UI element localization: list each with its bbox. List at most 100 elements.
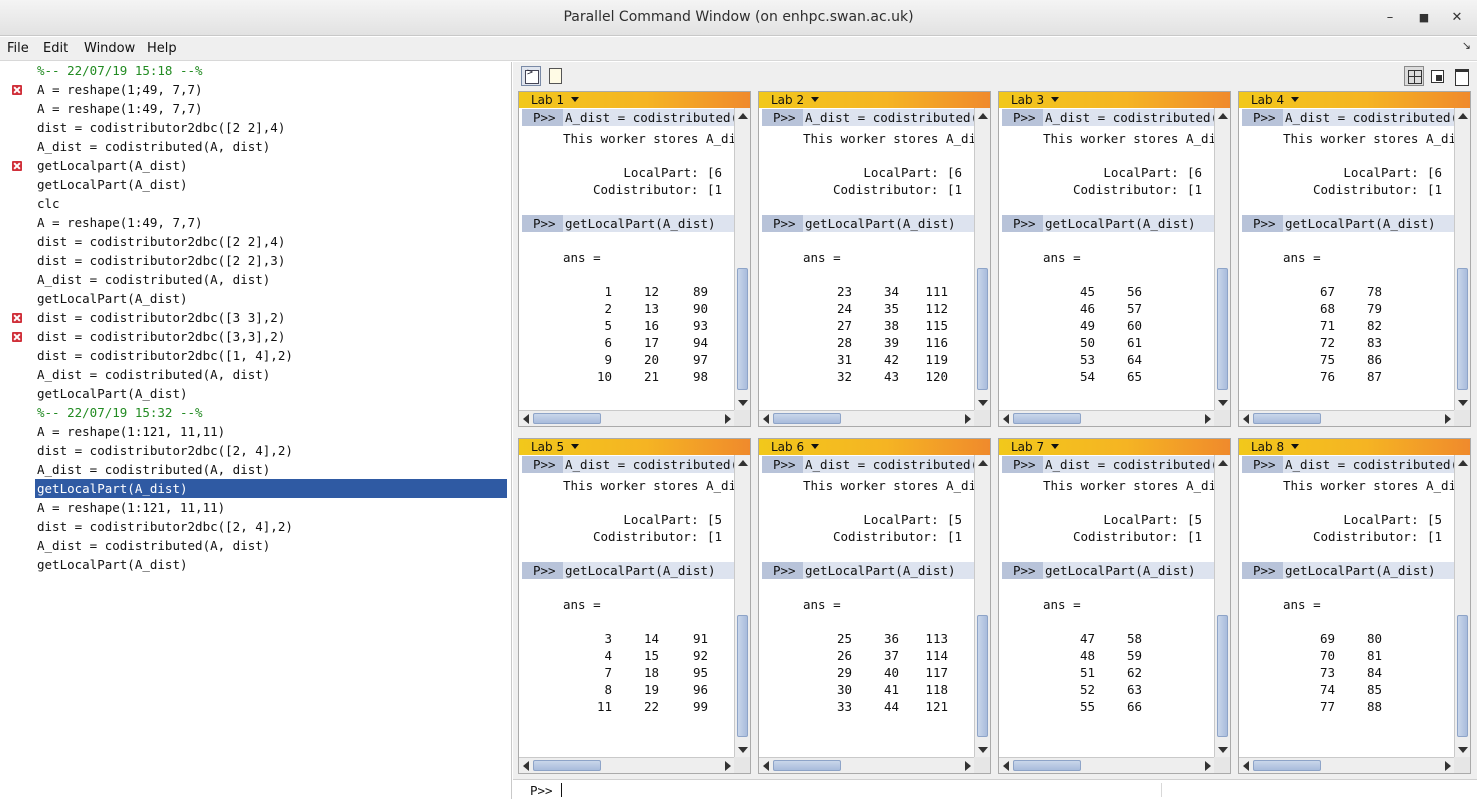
scroll-thumb[interactable] xyxy=(1457,268,1468,390)
lab-header[interactable]: Lab 7 xyxy=(999,439,1230,455)
menu-file[interactable]: File xyxy=(7,41,29,56)
lab-output[interactable]: P>> A_dist = codistributed(A, dist) This w… xyxy=(999,108,1215,411)
scroll-thumb[interactable] xyxy=(533,760,601,771)
lab-header[interactable]: Lab 5 xyxy=(519,439,750,455)
chevron-down-icon[interactable] xyxy=(1051,444,1059,449)
scroll-up-icon[interactable] xyxy=(978,460,988,466)
chevron-down-icon[interactable] xyxy=(1291,444,1299,449)
history-item[interactable]: dist = codistributor2dbc([3 3],2) xyxy=(0,308,512,327)
history-item[interactable]: dist = codistributor2dbc([2 2],4) xyxy=(0,118,512,137)
history-item[interactable]: getLocalPart(A_dist) xyxy=(0,289,512,308)
horizontal-scrollbar[interactable] xyxy=(519,410,735,426)
vertical-scrollbar[interactable] xyxy=(1454,108,1470,411)
minimize-button[interactable]: – xyxy=(1380,8,1400,28)
scroll-up-icon[interactable] xyxy=(738,460,748,466)
lab-output[interactable]: P>> A_dist = codistributed(A, dist) This w… xyxy=(759,108,975,411)
chevron-down-icon[interactable] xyxy=(571,444,579,449)
history-item[interactable]: dist = codistributor2dbc([2 2],3) xyxy=(0,251,512,270)
scroll-down-icon[interactable] xyxy=(738,400,748,406)
lab-panel-8[interactable]: Lab 8 P>> A_dist = codistributed(A, dist) T… xyxy=(1238,438,1471,774)
menu-overflow-icon[interactable]: ↘ xyxy=(1462,39,1471,52)
history-item[interactable]: getLocalpart(A_dist) xyxy=(0,156,512,175)
scroll-right-icon[interactable] xyxy=(1445,414,1451,424)
scroll-down-icon[interactable] xyxy=(738,747,748,753)
scroll-right-icon[interactable] xyxy=(1445,761,1451,771)
lab-output[interactable]: P>> A_dist = codistributed(A, dist) This w… xyxy=(1239,455,1455,758)
vertical-scrollbar[interactable] xyxy=(1454,455,1470,758)
menu-help[interactable]: Help xyxy=(147,41,177,56)
grid-layout-icon[interactable] xyxy=(1404,66,1424,86)
scroll-up-icon[interactable] xyxy=(1458,113,1468,119)
history-item[interactable]: dist = codistributor2dbc([2, 4],2) xyxy=(0,517,512,536)
scroll-right-icon[interactable] xyxy=(965,761,971,771)
notes-icon[interactable] xyxy=(545,66,565,86)
scroll-thumb[interactable] xyxy=(1217,615,1228,737)
scroll-thumb[interactable] xyxy=(977,615,988,737)
lab-header[interactable]: Lab 8 xyxy=(1239,439,1470,455)
lab-panel-4[interactable]: Lab 4 P>> A_dist = codistributed(A, dist) T… xyxy=(1238,91,1471,427)
scroll-thumb[interactable] xyxy=(773,413,841,424)
scroll-right-icon[interactable] xyxy=(725,414,731,424)
menu-window[interactable]: Window xyxy=(84,41,135,56)
history-item[interactable]: getLocalPart(A_dist) xyxy=(0,175,512,194)
vertical-scrollbar[interactable] xyxy=(1214,108,1230,411)
scroll-thumb[interactable] xyxy=(1013,413,1081,424)
scroll-left-icon[interactable] xyxy=(1243,414,1249,424)
chevron-down-icon[interactable] xyxy=(571,97,579,102)
vertical-scrollbar[interactable] xyxy=(974,108,990,411)
maximize-layout-icon[interactable] xyxy=(1452,66,1472,86)
history-item[interactable]: getLocalPart(A_dist) xyxy=(0,479,512,498)
scroll-right-icon[interactable] xyxy=(725,761,731,771)
scroll-down-icon[interactable] xyxy=(1458,400,1468,406)
scroll-left-icon[interactable] xyxy=(763,761,769,771)
lab-header[interactable]: Lab 4 xyxy=(1239,92,1470,108)
scroll-up-icon[interactable] xyxy=(738,113,748,119)
scroll-up-icon[interactable] xyxy=(1458,460,1468,466)
history-item[interactable]: dist = codistributor2dbc([2, 4],2) xyxy=(0,441,512,460)
horizontal-scrollbar[interactable] xyxy=(759,410,975,426)
lab-output[interactable]: P>> A_dist = codistributed(A, dist) This w… xyxy=(1239,108,1455,411)
scroll-left-icon[interactable] xyxy=(763,414,769,424)
history-item[interactable]: dist = codistributor2dbc([2 2],4) xyxy=(0,232,512,251)
vertical-scrollbar[interactable] xyxy=(974,455,990,758)
lab-header[interactable]: Lab 1 xyxy=(519,92,750,108)
history-item[interactable]: A = reshape(1:49, 7,7) xyxy=(0,213,512,232)
history-item[interactable]: A = reshape(1;49, 7,7) xyxy=(0,80,512,99)
scroll-right-icon[interactable] xyxy=(965,414,971,424)
history-item[interactable]: A = reshape(1:121, 11,11) xyxy=(0,498,512,517)
scroll-up-icon[interactable] xyxy=(978,113,988,119)
lab-header[interactable]: Lab 2 xyxy=(759,92,990,108)
scroll-right-icon[interactable] xyxy=(1205,761,1211,771)
lab-output[interactable]: P>> A_dist = codistributed(A, dist) This w… xyxy=(759,455,975,758)
scroll-up-icon[interactable] xyxy=(1218,113,1228,119)
close-button[interactable]: ✕ xyxy=(1447,8,1467,28)
history-item[interactable]: getLocalPart(A_dist) xyxy=(0,384,512,403)
scroll-thumb[interactable] xyxy=(1253,413,1321,424)
history-item[interactable]: A_dist = codistributed(A, dist) xyxy=(0,460,512,479)
scroll-right-icon[interactable] xyxy=(1205,414,1211,424)
history-item[interactable]: A_dist = codistributed(A, dist) xyxy=(0,365,512,384)
scroll-left-icon[interactable] xyxy=(523,414,529,424)
scroll-down-icon[interactable] xyxy=(978,400,988,406)
command-window-icon[interactable] xyxy=(521,66,541,86)
scroll-thumb[interactable] xyxy=(737,615,748,737)
history-timestamp[interactable]: %-- 22/07/19 15:18 --% xyxy=(0,61,512,80)
lab-panel-5[interactable]: Lab 5 P>> A_dist = codistributed(A, dist) T… xyxy=(518,438,751,774)
scroll-left-icon[interactable] xyxy=(523,761,529,771)
chevron-down-icon[interactable] xyxy=(1051,97,1059,102)
horizontal-scrollbar[interactable] xyxy=(1239,757,1455,773)
vertical-scrollbar[interactable] xyxy=(734,108,750,411)
vertical-scrollbar[interactable] xyxy=(1214,455,1230,758)
chevron-down-icon[interactable] xyxy=(1291,97,1299,102)
chevron-down-icon[interactable] xyxy=(811,444,819,449)
scroll-down-icon[interactable] xyxy=(1218,747,1228,753)
lab-panel-3[interactable]: Lab 3 P>> A_dist = codistributed(A, dist) T… xyxy=(998,91,1231,427)
horizontal-scrollbar[interactable] xyxy=(999,757,1215,773)
history-item[interactable]: A_dist = codistributed(A, dist) xyxy=(0,137,512,156)
menu-edit[interactable]: Edit xyxy=(43,41,68,56)
lab-header[interactable]: Lab 3 xyxy=(999,92,1230,108)
history-item[interactable]: A_dist = codistributed(A, dist) xyxy=(0,270,512,289)
lab-output[interactable]: P>> A_dist = codistributed(A, dist) This w… xyxy=(519,455,735,758)
history-item[interactable]: getLocalPart(A_dist) xyxy=(0,555,512,574)
scroll-left-icon[interactable] xyxy=(1243,761,1249,771)
